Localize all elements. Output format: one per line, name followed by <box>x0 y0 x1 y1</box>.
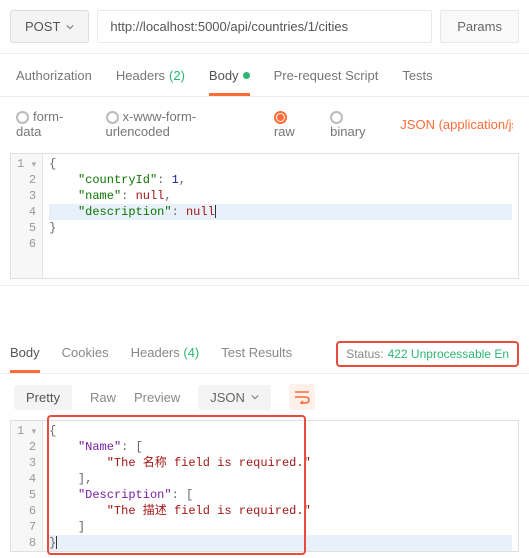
response-format-dropdown[interactable]: JSON <box>198 385 271 410</box>
editor-gutter: 1 ▾2345678 <box>11 421 43 551</box>
content-type-dropdown[interactable]: JSON (application/js <box>400 117 513 132</box>
request-tabs: Authorization Headers (2) Body Pre-reque… <box>0 54 529 97</box>
tab-headers-resp[interactable]: Headers (4) <box>131 335 200 373</box>
tab-prerequest[interactable]: Pre-request Script <box>274 68 379 96</box>
view-raw[interactable]: Raw <box>90 390 116 405</box>
tab-cookies[interactable]: Cookies <box>62 335 109 373</box>
wrap-lines-button[interactable] <box>289 384 315 410</box>
request-body-editor[interactable]: 1 ▾23456 { "countryId": 1, "name": null,… <box>10 153 519 279</box>
body-type-radios: form-data x-www-form-urlencoded raw bina… <box>0 97 529 151</box>
view-pretty[interactable]: Pretty <box>14 385 72 410</box>
view-preview[interactable]: Preview <box>134 390 180 405</box>
body-modified-dot-icon <box>243 72 250 79</box>
status-label: Status: <box>346 347 383 361</box>
radio-formdata[interactable]: form-data <box>16 109 86 139</box>
splitter[interactable] <box>0 285 529 331</box>
status-value: 422 Unprocessable En <box>388 347 509 361</box>
chevron-down-icon <box>66 23 74 31</box>
url-input[interactable] <box>97 10 432 43</box>
response-view-bar: Pretty Raw Preview JSON <box>0 374 529 420</box>
tab-headers-req[interactable]: Headers (2) <box>116 68 185 96</box>
editor-gutter: 1 ▾23456 <box>11 154 43 278</box>
params-button[interactable]: Params <box>440 10 519 43</box>
tab-body-resp[interactable]: Body <box>10 335 40 373</box>
wrap-icon <box>294 390 310 404</box>
http-method-select[interactable]: POST <box>10 10 89 43</box>
http-method-label: POST <box>25 19 60 34</box>
tab-body-req[interactable]: Body <box>209 68 250 96</box>
radio-urlencoded[interactable]: x-www-form-urlencoded <box>106 109 254 139</box>
radio-binary[interactable]: binary <box>330 109 380 139</box>
status-badge: Status: 422 Unprocessable En <box>336 341 519 367</box>
chevron-down-icon <box>251 393 259 401</box>
radio-raw[interactable]: raw <box>274 109 310 139</box>
tab-tests-req[interactable]: Tests <box>402 68 432 96</box>
tab-test-results[interactable]: Test Results <box>221 335 292 373</box>
resp-headers-count: (4) <box>183 345 199 360</box>
editor-code: { "Name": [ "The 名称 field is required." … <box>43 421 518 551</box>
headers-count: (2) <box>169 68 185 83</box>
tab-authorization[interactable]: Authorization <box>16 68 92 96</box>
response-body-editor[interactable]: 1 ▾2345678 { "Name": [ "The 名称 field is … <box>10 420 519 552</box>
editor-code[interactable]: { "countryId": 1, "name": null, "descrip… <box>43 154 518 278</box>
